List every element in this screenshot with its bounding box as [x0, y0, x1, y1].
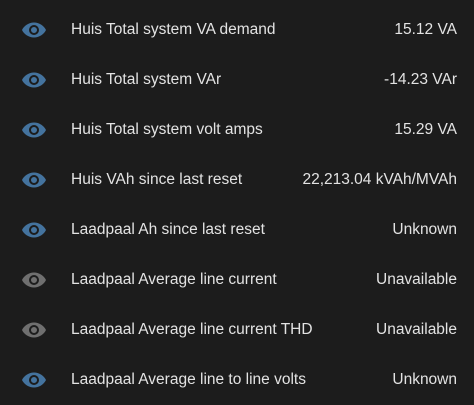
entity-name: Huis Total system VAr	[71, 71, 222, 88]
entity-row-laadpaal-ah-since-last-reset[interactable]: Laadpaal Ah since last reset Unknown	[0, 208, 474, 252]
entity-name: Laadpaal Average line to line volts	[71, 371, 306, 388]
entity-row-huis-total-system-var[interactable]: Huis Total system VAr -14.23 VAr	[0, 58, 474, 102]
entity-row-huis-vah-since-last-reset[interactable]: Huis VAh since last reset 22,213.04 kVAh…	[0, 158, 474, 202]
entity-state: 15.29 VA	[394, 121, 457, 138]
eye-icon	[21, 20, 47, 40]
entity-row-huis-total-system-va-demand[interactable]: Huis Total system VA demand 15.12 VA	[0, 8, 474, 52]
entity-list: Huis Total system VA demand 15.12 VA Hui…	[0, 0, 474, 405]
eye-icon	[21, 370, 47, 390]
entity-name: Laadpaal Average line current	[71, 271, 277, 288]
entity-state: 22,213.04 kVAh/MVAh	[302, 171, 457, 188]
eye-icon	[21, 170, 47, 190]
eye-icon	[21, 270, 47, 290]
entity-state: -14.23 VAr	[384, 71, 457, 88]
entity-name: Huis VAh since last reset	[71, 171, 243, 188]
eye-icon	[21, 70, 47, 90]
entity-state: Unavailable	[376, 321, 457, 338]
entity-row-huis-total-system-volt-amps[interactable]: Huis Total system volt amps 15.29 VA	[0, 108, 474, 152]
entity-state: Unavailable	[376, 271, 457, 288]
entity-row-laadpaal-average-line-current[interactable]: Laadpaal Average line current Unavailabl…	[0, 258, 474, 302]
entity-name: Huis Total system volt amps	[71, 121, 263, 138]
eye-icon	[21, 220, 47, 240]
entity-row-laadpaal-average-line-to-line-volts[interactable]: Laadpaal Average line to line volts Unkn…	[0, 358, 474, 402]
entity-name: Laadpaal Average line current THD	[71, 321, 313, 338]
entity-state: Unknown	[392, 221, 457, 238]
entity-state: 15.12 VA	[394, 21, 457, 38]
eye-icon	[21, 320, 47, 340]
eye-icon	[21, 120, 47, 140]
entity-row-laadpaal-average-line-current-thd[interactable]: Laadpaal Average line current THD Unavai…	[0, 308, 474, 352]
entity-state: Unknown	[392, 371, 457, 388]
entity-name: Laadpaal Ah since last reset	[71, 221, 265, 238]
entity-name: Huis Total system VA demand	[71, 21, 276, 38]
